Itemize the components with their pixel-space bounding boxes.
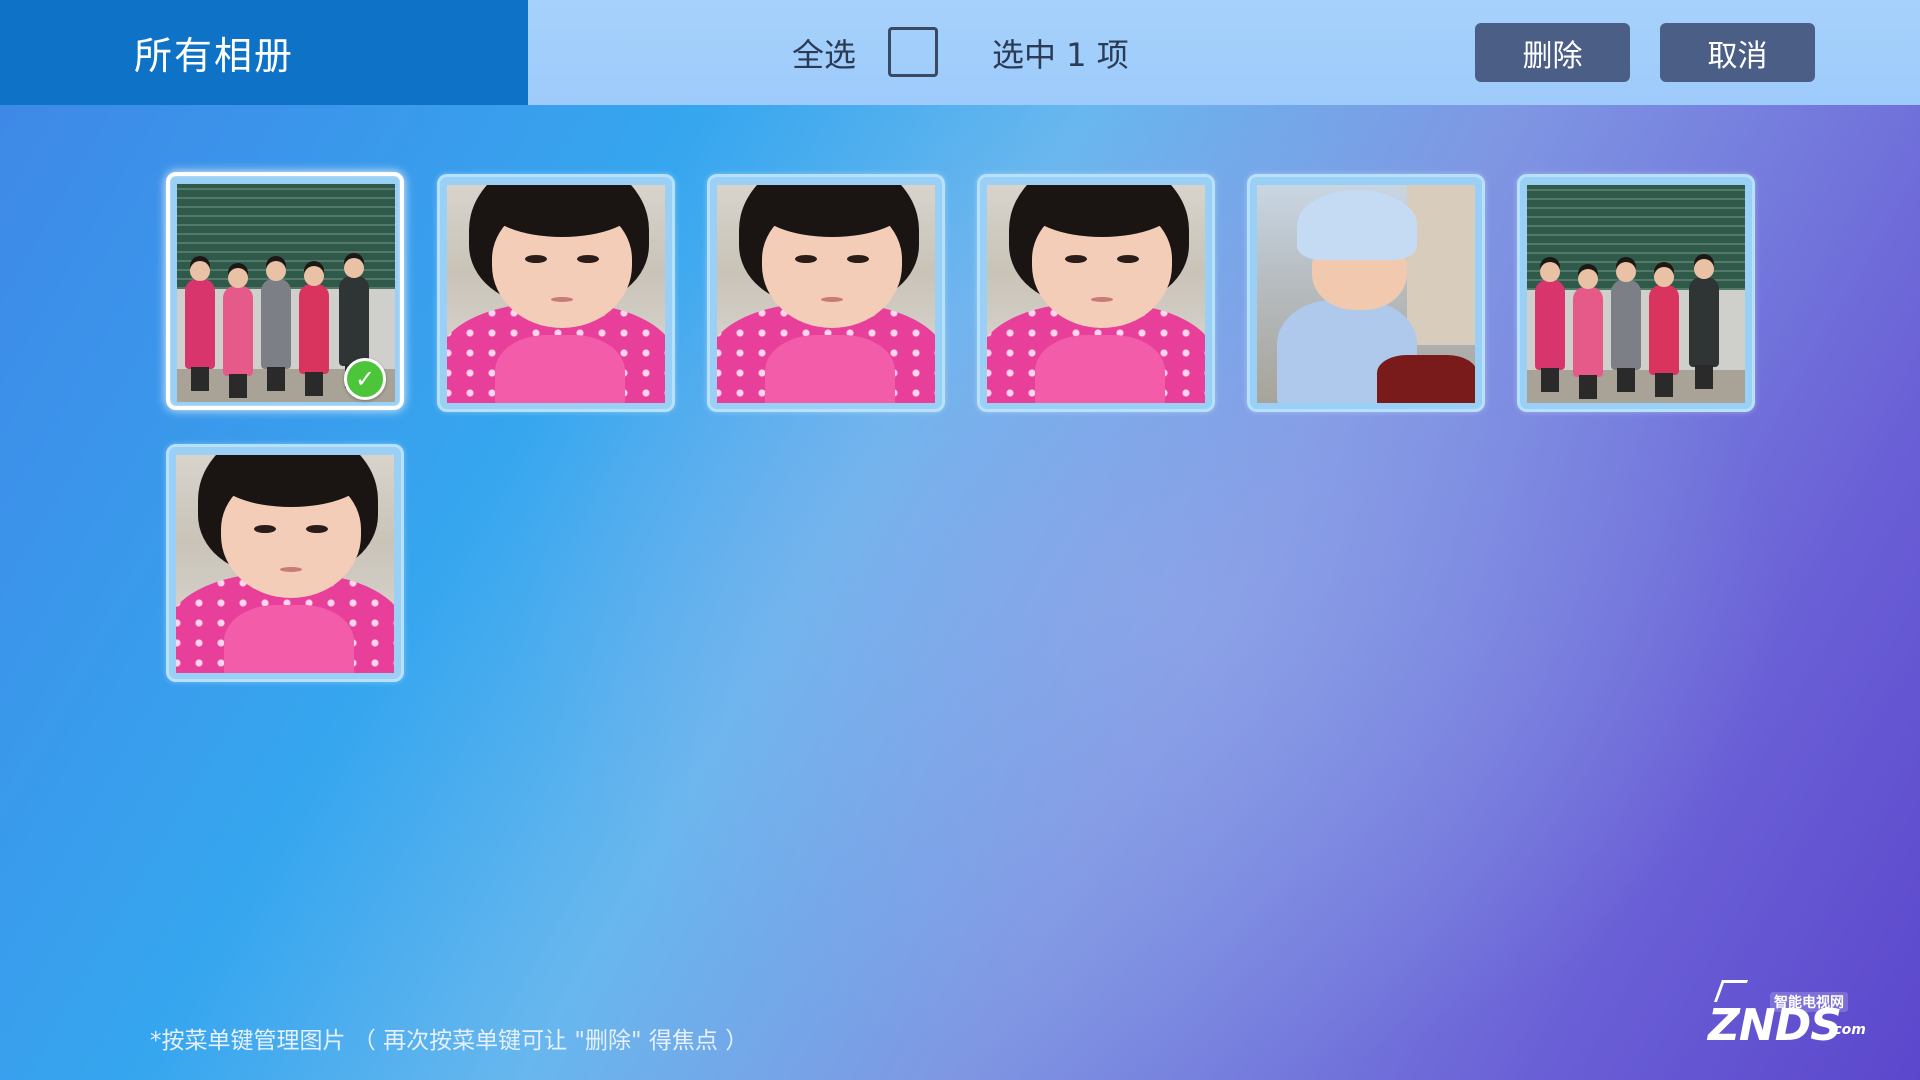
photo-thumbnail[interactable] <box>1247 174 1485 412</box>
menu-hint-text: *按菜单键管理图片 （ 再次按菜单键可让 "删除" 得焦点 ） <box>150 1028 749 1054</box>
photo-thumbnail[interactable] <box>977 174 1215 412</box>
photo-thumbnail[interactable] <box>437 174 675 412</box>
photo-thumbnail[interactable] <box>707 174 945 412</box>
album-title-panel: 所有相册 <box>0 0 528 105</box>
photo-thumbnail[interactable]: ✓ <box>166 172 404 410</box>
top-toolbar: 所有相册 全选 选中 1 项 删除 取消 <box>0 0 1920 105</box>
girl-portrait-image <box>987 185 1205 403</box>
photo-thumbnail[interactable] <box>1517 174 1755 412</box>
girl-portrait-image <box>176 455 394 673</box>
select-all-checkbox[interactable] <box>888 27 938 77</box>
delete-button[interactable]: 删除 <box>1475 23 1630 82</box>
album-title: 所有相册 <box>133 34 294 78</box>
girl-portrait-image <box>717 185 935 403</box>
selected-count: 选中 1 项 <box>992 36 1129 74</box>
tv-antenna-icon <box>1713 980 1749 1002</box>
photo-thumbnail[interactable] <box>166 444 404 682</box>
select-all-label: 全选 <box>792 36 857 74</box>
logo-domain: .com <box>1828 1022 1866 1038</box>
baby-photo-image <box>1257 185 1475 403</box>
cancel-button[interactable]: 取消 <box>1660 23 1815 82</box>
check-icon: ✓ <box>344 358 386 400</box>
znds-logo: 智能电视网 ZNDS .com <box>1708 980 1876 1051</box>
group-photo-image <box>1527 185 1745 403</box>
girl-portrait-image <box>447 185 665 403</box>
logo-brand: ZNDS <box>1708 1000 1842 1051</box>
